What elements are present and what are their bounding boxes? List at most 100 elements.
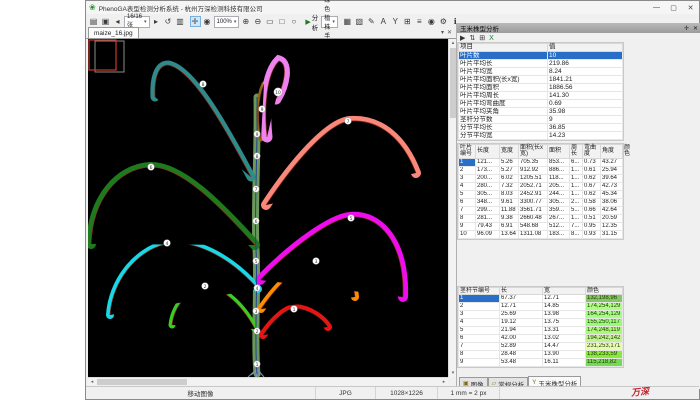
- table-row[interactable]: 953.4816.11115,218,82: [459, 359, 623, 367]
- horizontal-scroll-thumb[interactable]: [97, 379, 187, 385]
- table-row[interactable]: 521.9413.31174,248,119: [459, 327, 623, 335]
- title-bar[interactable]: ❀ PhenoGA表型检测分析系统 - 杭州万深检测科技有限公司 — ▢ ✕: [86, 1, 699, 14]
- leaf-label: 5: [350, 216, 353, 222]
- document-tab-bar: maize_16.jpg ▾ ✕: [86, 29, 456, 39]
- mode-combo[interactable]: 绿色植株手动▾: [321, 16, 338, 28]
- column-header: 茎秆节编号: [459, 288, 500, 295]
- save-image-icon[interactable]: ▦: [342, 16, 353, 27]
- color-swatch-cell: 138,233,59: [586, 351, 623, 359]
- leaf-label: 10: [275, 90, 281, 96]
- table-row[interactable]: 2173...5.27912.92886...1...0.6125.9476.1…: [459, 166, 623, 174]
- table-row[interactable]: 叶片平均面积(长x宽)1841.21: [459, 76, 623, 84]
- table-row[interactable]: 分节平均长36.85: [459, 124, 623, 132]
- table-row[interactable]: 1121...5.26705.35853...6...0.7343.2771.1…: [459, 158, 623, 166]
- zoom-level-combo[interactable]: 100%▾: [214, 16, 240, 28]
- target-icon[interactable]: ◉: [426, 16, 437, 27]
- leaf-label: 1: [293, 307, 296, 313]
- image-counter-combo[interactable]: 16/16 张▾: [124, 16, 150, 28]
- prev-image-icon[interactable]: ◂: [112, 16, 123, 27]
- table-row[interactable]: 茎秆分节数9: [459, 116, 623, 124]
- camera-icon[interactable]: ▣: [100, 16, 111, 27]
- status-resolution: 1028×1226: [376, 387, 438, 399]
- color-swatch-cell: 174,248,119: [586, 327, 623, 335]
- column-header: 叶片编号: [459, 145, 476, 159]
- table-icon[interactable]: ⊞: [402, 16, 413, 27]
- analysis-dock-panel: 玉米株型分析 ✛ ✕ ▶⇅⊞X 项目值叶片数10叶片平均长219.86叶片平均宽…: [456, 23, 700, 389]
- column-header: 值: [548, 44, 623, 52]
- red-selection-rect: [89, 40, 116, 70]
- skeleton-icon[interactable]: Y: [390, 16, 401, 27]
- table-row[interactable]: 分节平均宽14.23: [459, 132, 623, 140]
- zoom-tool-icon[interactable]: ◉: [202, 16, 213, 27]
- image-canvas[interactable]: 1 2 3 4 5 6 7 8 9 1 2 3 4 5 6 7 8 9: [88, 39, 448, 377]
- table-row[interactable]: 167.3712.71132,198,96: [459, 295, 623, 303]
- table-row[interactable]: 叶片平均长219.86: [459, 60, 623, 68]
- tab-close-icon[interactable]: ✕: [447, 29, 452, 36]
- table-row[interactable]: 叶片平均宽8.24: [459, 68, 623, 76]
- main-toolbar: ▤▣◂16/16 张▾▸↺▥✛◉100%▾⊕⊖▭□○▶分析绿色植株手动▾▦▧✎A…: [86, 14, 456, 29]
- table-row[interactable]: 叶片平均弯曲度0.69: [459, 100, 623, 108]
- table-row[interactable]: 叶片平均夹角35.98: [459, 108, 623, 116]
- maximize-button[interactable]: ▢: [665, 1, 682, 14]
- report-icon[interactable]: ▧: [354, 16, 365, 27]
- column-header: 宽: [543, 288, 586, 295]
- ellipse-select-icon[interactable]: ○: [288, 16, 299, 27]
- open-image-icon[interactable]: ▤: [88, 16, 99, 27]
- table-row[interactable]: 6348...9.613300.77305...2...0.5838.0668.…: [459, 198, 623, 206]
- edit-icon[interactable]: ✎: [366, 16, 377, 27]
- stem-node-label: 6: [255, 219, 258, 225]
- column-header: 面积: [548, 145, 570, 159]
- column-header: 长: [500, 288, 543, 295]
- dock-panel-header[interactable]: 玉米株型分析 ✛ ✕: [457, 23, 700, 33]
- table-row[interactable]: 4280...7.322052.71205...1...0.6742.7384.…: [459, 182, 623, 190]
- fit-view-icon[interactable]: ▭: [264, 16, 275, 27]
- table-row[interactable]: 5305...8.032452.91244...1...0.6245.3481.…: [459, 190, 623, 198]
- list-icon[interactable]: ≡: [414, 16, 425, 27]
- scroll-left-icon[interactable]: ◂: [88, 378, 96, 386]
- table-row[interactable]: 828.4813.90138,233,59: [459, 351, 623, 359]
- rect-select-icon[interactable]: □: [276, 16, 287, 27]
- vertical-scrollbar[interactable]: ▴ ▾: [448, 39, 456, 377]
- pin-icon[interactable]: ✛: [684, 25, 689, 32]
- horizontal-scrollbar[interactable]: ◂ ▸: [88, 377, 448, 385]
- leaf-label: 7: [347, 119, 350, 125]
- table-row[interactable]: 642.0013.02194,242,142: [459, 335, 623, 343]
- settings-icon[interactable]: ⚙: [438, 16, 449, 27]
- pan-tool-icon[interactable]: ✛: [190, 16, 201, 27]
- document-tab[interactable]: maize_16.jpg: [88, 27, 139, 38]
- copy-icon[interactable]: ▥: [175, 16, 186, 27]
- tab-list-icon[interactable]: ▾: [441, 29, 444, 36]
- analyze-button[interactable]: ▶分析: [303, 16, 320, 27]
- table-row[interactable]: 752.8914.47231,253,171: [459, 343, 623, 351]
- minimize-button[interactable]: —: [648, 1, 665, 14]
- next-image-icon[interactable]: ▸: [151, 16, 162, 27]
- stem-node-label: 2: [256, 329, 259, 335]
- column-header: 宽度: [500, 145, 519, 159]
- table-row[interactable]: 1096.0913.641311.08183...8...0.9331.1598…: [459, 230, 623, 238]
- color-swatch-cell: 174,254,129: [586, 303, 623, 311]
- table-row[interactable]: 419.1213.75155,250,117: [459, 319, 623, 327]
- table-row[interactable]: 叶片平均面积1886.56: [459, 84, 623, 92]
- scroll-right-icon[interactable]: ▸: [440, 378, 448, 386]
- table-row[interactable]: 8281...9.382660.48267...1...0.5120.5976.…: [459, 214, 623, 222]
- brand-logo: 万深: [630, 384, 649, 399]
- zoom-in-icon[interactable]: ⊕: [240, 16, 251, 27]
- summary-table: 项目值叶片数10叶片平均长219.86叶片平均宽8.24叶片平均面积(长x宽)1…: [457, 42, 624, 141]
- ruler-icon[interactable]: A: [378, 16, 389, 27]
- column-header: 面积(长x宽): [519, 145, 548, 159]
- table-row[interactable]: 979.436.91548.68512...7...0.9512.35101..…: [459, 222, 623, 230]
- color-swatch-cell: 231,253,171: [586, 343, 623, 351]
- status-hint: 移动图像: [86, 387, 316, 399]
- table-row[interactable]: 3200...6.021205.51118...1...0.6239.6498.…: [459, 174, 623, 182]
- zoom-out-icon[interactable]: ⊖: [252, 16, 263, 27]
- table-row[interactable]: 325.6913.98164,254,129: [459, 311, 623, 319]
- stem-node-label: 8: [256, 154, 259, 160]
- table-row[interactable]: 212.7114.85174,254,129: [459, 303, 623, 311]
- stem-node-label: 9: [256, 132, 259, 138]
- dock-close-icon[interactable]: ✕: [693, 25, 698, 32]
- table-row[interactable]: 7299...11.883561.71359...5...0.6642.6462…: [459, 206, 623, 214]
- table-row[interactable]: 叶片平均周长141.30: [459, 92, 623, 100]
- close-button[interactable]: ✕: [682, 1, 699, 14]
- refresh-icon[interactable]: ↺: [163, 16, 174, 27]
- table-row[interactable]: 叶片数10: [459, 52, 623, 60]
